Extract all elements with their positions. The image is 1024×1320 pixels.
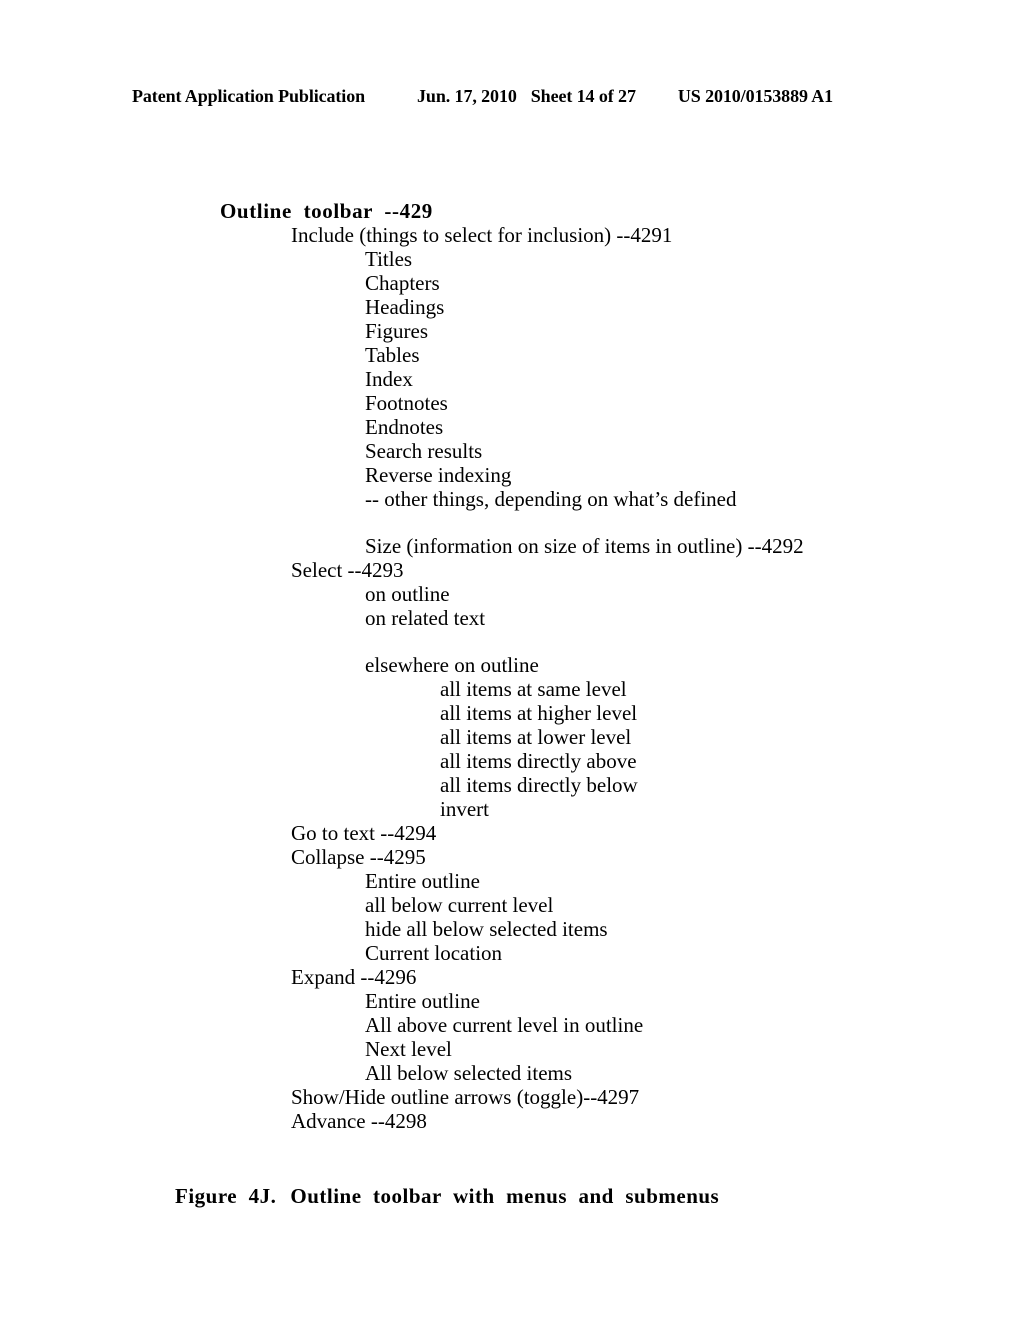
- outline-line: -- other things, depending on what’s def…: [365, 487, 737, 511]
- outline-line: hide all below selected items: [365, 917, 608, 941]
- header-sheet-number: Sheet 14 of 27: [530, 86, 636, 106]
- outline-line: All below selected items: [365, 1061, 573, 1085]
- outline-line: Endnotes: [365, 415, 444, 439]
- outline-line: all items at higher level: [440, 701, 638, 725]
- outline-line: Tables: [365, 343, 420, 367]
- running-header: Patent Application Publication Jun. 17, …: [132, 86, 878, 110]
- outline-line: Figures: [365, 319, 428, 343]
- outline-line: on related text: [365, 606, 486, 630]
- figure-label: Figure 4J.: [175, 1184, 277, 1208]
- outline-line: Go to text --4294: [291, 821, 437, 845]
- outline-line: Size (information on size of items in ou…: [365, 534, 804, 558]
- header-publication-number: US 2010/0153889 A1: [677, 86, 834, 106]
- figure-caption-text: Outline toolbar with menus and submenus: [290, 1184, 720, 1208]
- header-publication-label: Patent Application Publication: [132, 86, 366, 106]
- outline-listing: Outline toolbar --429 Include (things to …: [0, 199, 1024, 1133]
- outline-line: all items at same level: [440, 677, 627, 701]
- outline-line: all below current level: [365, 893, 554, 917]
- outline-line: Include (things to select for inclusion)…: [291, 223, 673, 247]
- outline-line: Index: [365, 367, 413, 391]
- patent-page: Patent Application Publication Jun. 17, …: [0, 0, 1024, 1320]
- outline-line: Current location: [365, 941, 503, 965]
- outline-line: All above current level in outline: [365, 1013, 644, 1037]
- outline-line: Entire outline: [365, 869, 480, 893]
- outline-line: all items directly below: [440, 773, 638, 797]
- outline-line: Show/Hide outline arrows (toggle)--4297: [291, 1085, 640, 1109]
- header-publication-date: Jun. 17, 2010: [417, 86, 517, 106]
- outline-title: Outline toolbar --429: [220, 199, 433, 223]
- outline-line: Advance --4298: [291, 1109, 427, 1133]
- outline-line: Expand --4296: [291, 965, 417, 989]
- outline-line: invert: [440, 797, 489, 821]
- outline-line: Titles: [365, 247, 413, 271]
- outline-line: Entire outline: [365, 989, 480, 1013]
- outline-line: Headings: [365, 295, 445, 319]
- outline-line: Next level: [365, 1037, 452, 1061]
- outline-line: Reverse indexing: [365, 463, 512, 487]
- outline-line: Select --4293: [291, 558, 404, 582]
- outline-line: Footnotes: [365, 391, 448, 415]
- outline-line: Collapse --4295: [291, 845, 426, 869]
- outline-line: Search results: [365, 439, 483, 463]
- outline-line: all items directly above: [440, 749, 637, 773]
- outline-line: Chapters: [365, 271, 440, 295]
- outline-line: on outline: [365, 582, 450, 606]
- outline-line: all items at lower level: [440, 725, 632, 749]
- outline-line: elsewhere on outline: [365, 653, 539, 677]
- figure-caption: Figure 4J. Outline toolbar with menus and…: [152, 1157, 719, 1235]
